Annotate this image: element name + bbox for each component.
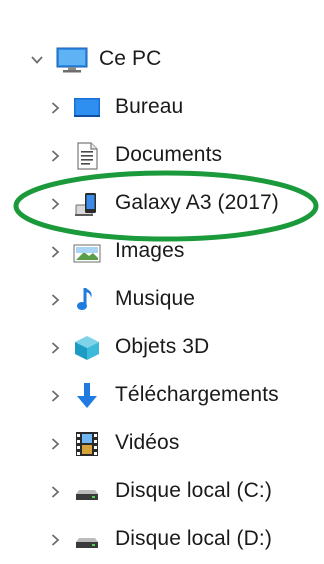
tree-item-telechargements[interactable]: Téléchargements	[0, 372, 324, 420]
chevron-right-icon[interactable]	[48, 485, 62, 499]
chevron-right-icon[interactable]	[48, 149, 62, 163]
tree-item-label: Galaxy A3 (2017)	[115, 191, 279, 214]
tree-item-images[interactable]: Images	[0, 228, 324, 276]
pictures-folder-icon	[72, 237, 102, 267]
tree-item-label: Vidéos	[115, 431, 180, 454]
tree-item-objets-3d[interactable]: Objets 3D	[0, 324, 324, 372]
documents-folder-icon	[72, 141, 102, 171]
portable-device-icon	[72, 189, 102, 219]
tree-item-label: Musique	[115, 287, 196, 310]
tree-item-label: Bureau	[115, 95, 184, 118]
tree-item-label: Ce PC	[99, 47, 162, 70]
download-arrow-icon	[72, 381, 102, 411]
local-drive-icon	[72, 525, 102, 555]
this-pc-monitor-icon	[55, 45, 89, 75]
chevron-right-icon[interactable]	[48, 293, 62, 307]
chevron-right-icon[interactable]	[48, 197, 62, 211]
navigation-tree: Ce PC Bureau Documents Galaxy A3 (2017) …	[0, 0, 324, 555]
tree-item-label: Téléchargements	[115, 383, 279, 406]
tree-item-label: Objets 3D	[115, 335, 210, 358]
chevron-right-icon[interactable]	[48, 533, 62, 547]
tree-item-label: Disque local (D:)	[115, 527, 272, 550]
tree-item-bureau[interactable]: Bureau	[0, 84, 324, 132]
3d-objects-cube-icon	[72, 333, 102, 363]
local-drive-icon	[72, 477, 102, 507]
chevron-right-icon[interactable]	[48, 389, 62, 403]
chevron-right-icon[interactable]	[48, 245, 62, 259]
tree-item-videos[interactable]: Vidéos	[0, 420, 324, 468]
tree-item-ce-pc[interactable]: Ce PC	[0, 36, 324, 84]
tree-item-galaxy-a3[interactable]: Galaxy A3 (2017)	[0, 180, 324, 228]
chevron-right-icon[interactable]	[48, 101, 62, 115]
tree-item-documents[interactable]: Documents	[0, 132, 324, 180]
chevron-down-icon[interactable]	[30, 53, 44, 67]
music-note-icon	[72, 285, 102, 315]
tree-item-disque-c[interactable]: Disque local (C:)	[0, 468, 324, 516]
chevron-right-icon[interactable]	[48, 437, 62, 451]
tree-item-label: Disque local (C:)	[115, 479, 272, 502]
tree-item-label: Images	[115, 239, 185, 262]
desktop-folder-icon	[72, 93, 102, 123]
chevron-right-icon[interactable]	[48, 341, 62, 355]
video-film-icon	[72, 429, 102, 459]
tree-item-disque-d[interactable]: Disque local (D:)	[0, 516, 324, 564]
tree-item-label: Documents	[115, 143, 223, 166]
tree-item-musique[interactable]: Musique	[0, 276, 324, 324]
